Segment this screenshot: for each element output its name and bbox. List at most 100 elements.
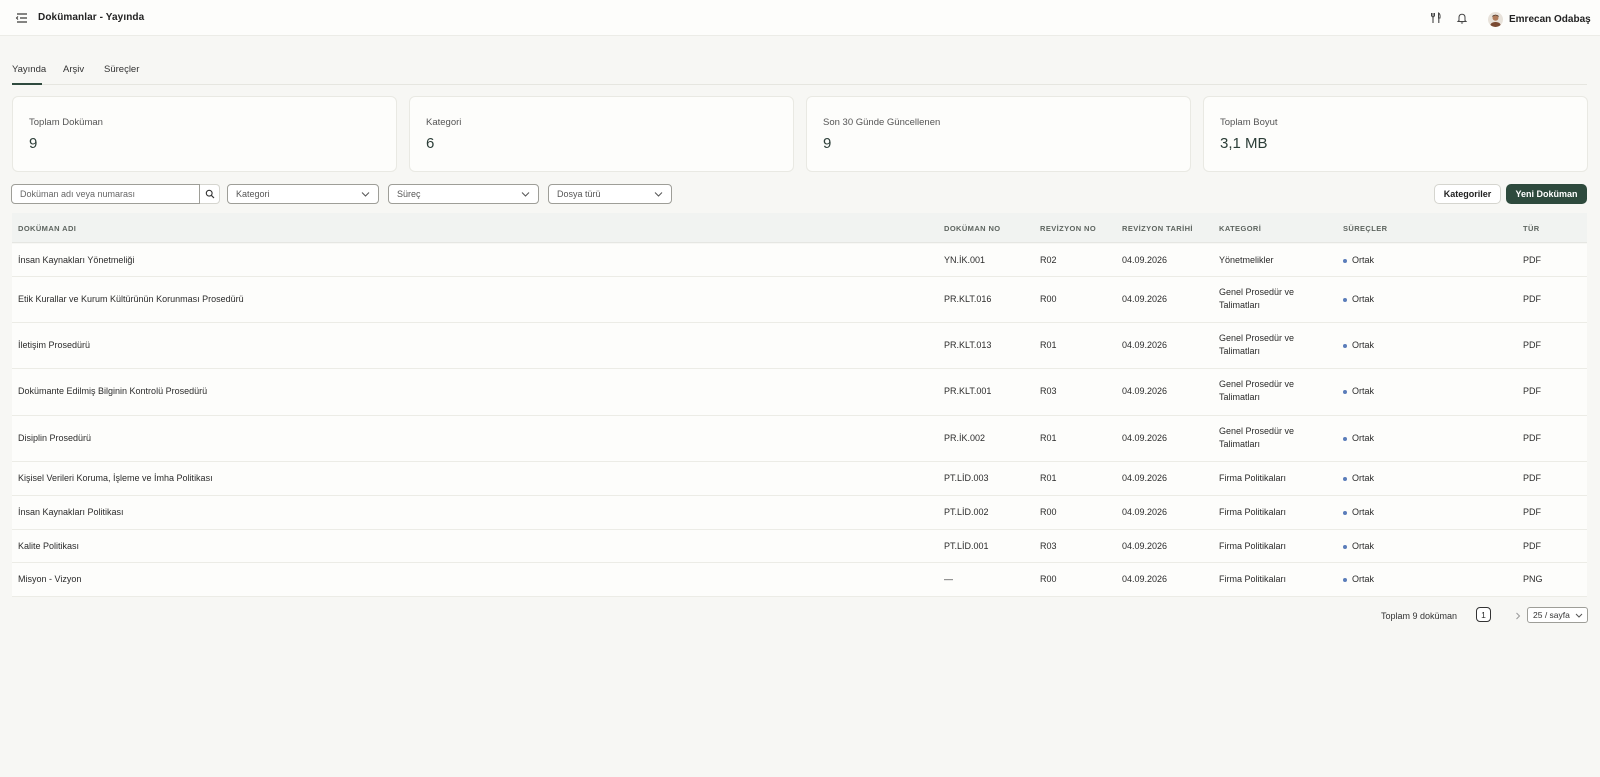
cell-revision-date: 04.09.2026 (1122, 433, 1168, 443)
tab-bar: Yayında Arşiv Süreçler (12, 58, 1587, 85)
table-row[interactable]: Kişisel Verileri Koruma, İşleme ve İmha … (12, 462, 1587, 496)
cell-doc-no: YN.İK.001 (944, 255, 986, 265)
cell-name: İnsan Kaynakları Politikası (18, 507, 124, 517)
utensils-icon[interactable] (1429, 11, 1443, 25)
process-dot (1343, 577, 1347, 582)
column-header-name[interactable]: DOKÜMAN ADI (18, 224, 76, 233)
cell-revision-date: 04.09.2026 (1122, 473, 1168, 483)
category-select[interactable]: Kategori (227, 184, 379, 204)
cell-process: Ortak (1343, 254, 1374, 267)
stat-card-updated-30-days: Son 30 Günde Güncellenen 9 (806, 96, 1191, 172)
user-menu[interactable]: Emrecan Odabaş (1488, 11, 1591, 27)
process-dot (1343, 436, 1347, 441)
tab-arsiv[interactable]: Arşiv (63, 64, 84, 85)
cell-revision-no: R03 (1040, 541, 1057, 551)
stat-value: 9 (29, 135, 38, 152)
menu-icon[interactable] (15, 12, 29, 24)
process-label: Ortak (1352, 386, 1375, 396)
cell-name: Kişisel Verileri Koruma, İşleme ve İmha … (18, 473, 213, 483)
column-header-revision-no[interactable]: REVİZYON NO (1040, 224, 1096, 233)
column-header-category[interactable]: KATEGORİ (1219, 224, 1261, 233)
table-row[interactable]: Etik Kurallar ve Kurum Kültürünün Korunm… (12, 277, 1587, 323)
table-row[interactable]: Disiplin Prosedürü PR.İK.002 R01 04.09.2… (12, 416, 1587, 462)
file-type-select[interactable]: Dosya türü (548, 184, 672, 204)
cell-name: İnsan Kaynakları Yönetmeliği (18, 255, 135, 265)
cell-type: PDF (1523, 294, 1541, 304)
cell-type: PDF (1523, 255, 1541, 265)
page-title: Dokümanlar - Yayında (38, 12, 145, 23)
tab-surecler[interactable]: Süreçler (104, 64, 139, 85)
chevron-down-icon (361, 192, 370, 197)
table-row[interactable]: Kalite Politikası PT.LİD.001 R03 04.09.2… (12, 530, 1587, 563)
cell-revision-no: R02 (1040, 255, 1057, 265)
cell-revision-date: 04.09.2026 (1122, 294, 1168, 304)
cell-revision-no: R01 (1040, 340, 1057, 350)
column-header-type[interactable]: TÜR (1523, 224, 1540, 233)
table-row[interactable]: Dokümante Edilmiş Bilginin Kontrolü Pros… (12, 369, 1587, 416)
pagination-total: Toplam 9 doküman (1381, 611, 1458, 621)
cell-doc-no: PT.LİD.001 (944, 541, 989, 551)
pagination-page-1[interactable]: 1 (1476, 607, 1491, 622)
chevron-down-icon (1575, 613, 1583, 618)
cell-doc-no: PT.LİD.002 (944, 507, 989, 517)
chevron-down-icon (521, 192, 530, 197)
process-label: Ortak (1352, 340, 1375, 350)
column-header-doc-no[interactable]: DOKÜMAN NO (944, 224, 1001, 233)
cell-doc-no: PR.KLT.001 (944, 386, 992, 396)
process-label: Ortak (1352, 255, 1375, 265)
process-dot (1343, 343, 1347, 348)
table-row[interactable]: İnsan Kaynakları Yönetmeliği YN.İK.001 R… (12, 244, 1587, 277)
process-label: Ortak (1352, 574, 1375, 584)
page-size-select[interactable]: 25 / sayfa (1527, 607, 1588, 623)
column-header-processes[interactable]: SÜREÇLER (1343, 224, 1387, 233)
column-header-revision-date[interactable]: REVİZYON TARİHİ (1122, 224, 1193, 233)
cell-category: Firma Politikaları (1219, 473, 1287, 483)
search-button[interactable] (200, 184, 220, 204)
cell-process: Ortak (1343, 339, 1374, 352)
cell-type: PNG (1523, 574, 1543, 584)
process-dot (1343, 297, 1347, 302)
cell-doc-no: PT.LİD.003 (944, 473, 989, 483)
tab-yayinda[interactable]: Yayında (12, 64, 46, 85)
stat-label: Toplam Doküman (29, 117, 103, 128)
cell-revision-no: R03 (1040, 386, 1057, 396)
cell-doc-no: PR.KLT.013 (944, 340, 992, 350)
file-type-select-placeholder: Dosya türü (557, 189, 601, 199)
process-label: Ortak (1352, 473, 1375, 483)
chevron-right-icon[interactable] (1514, 612, 1522, 620)
chevron-down-icon (654, 192, 663, 197)
cell-revision-date: 04.09.2026 (1122, 574, 1168, 584)
process-dot (1343, 258, 1347, 263)
cell-category: Firma Politikaları (1219, 507, 1287, 517)
cell-category: Genel Prosedür ve Talimatları (1219, 287, 1295, 310)
process-select[interactable]: Süreç (388, 184, 539, 204)
new-document-button[interactable]: Yeni Doküman (1506, 184, 1587, 204)
bell-icon[interactable] (1455, 11, 1469, 25)
search-input[interactable] (11, 184, 200, 204)
table-row[interactable]: İnsan Kaynakları Politikası PT.LİD.002 R… (12, 496, 1587, 530)
category-select-placeholder: Kategori (236, 189, 270, 199)
cell-revision-date: 04.09.2026 (1122, 340, 1168, 350)
cell-category: Genel Prosedür ve Talimatları (1219, 426, 1295, 449)
table-row[interactable]: Misyon - Vizyon — R00 04.09.2026 Firma P… (12, 563, 1587, 597)
cell-doc-no: — (944, 574, 953, 584)
cell-type: PDF (1523, 507, 1541, 517)
table-row[interactable]: İletişim Prosedürü PR.KLT.013 R01 04.09.… (12, 323, 1587, 369)
stat-label: Toplam Boyut (1220, 117, 1278, 128)
categories-button[interactable]: Kategoriler (1434, 184, 1501, 204)
cell-process: Ortak (1343, 506, 1374, 519)
cell-revision-no: R01 (1040, 433, 1057, 443)
cell-category: Firma Politikaları (1219, 574, 1287, 584)
cell-revision-no: R00 (1040, 294, 1057, 304)
cell-process: Ortak (1343, 293, 1374, 306)
process-dot (1343, 544, 1347, 549)
cell-revision-date: 04.09.2026 (1122, 255, 1168, 265)
cell-category: Genel Prosedür ve Talimatları (1219, 333, 1295, 356)
table-header: DOKÜMAN ADI DOKÜMAN NO REVİZYON NO REVİZ… (12, 213, 1587, 243)
cell-type: PDF (1523, 433, 1541, 443)
cell-name: Dokümante Edilmiş Bilginin Kontrolü Pros… (18, 386, 208, 396)
cell-process: Ortak (1343, 573, 1374, 586)
stat-card-total-size: Toplam Boyut 3,1 MB (1203, 96, 1588, 172)
process-dot (1343, 476, 1347, 481)
cell-revision-no: R00 (1040, 507, 1057, 517)
